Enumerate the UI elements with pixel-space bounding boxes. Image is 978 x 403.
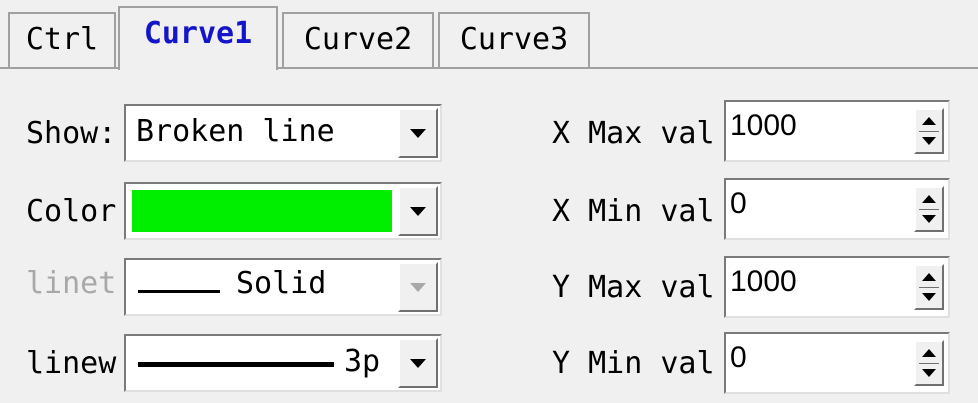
xmax-value[interactable]: 1000 <box>730 108 797 144</box>
chevron-down-icon[interactable] <box>398 108 438 158</box>
ymin-value[interactable]: 0 <box>730 340 747 376</box>
color-dropdown[interactable] <box>124 182 442 240</box>
show-dropdown[interactable]: Broken line <box>124 104 442 162</box>
thick-line-sample <box>138 362 334 367</box>
chevron-down-icon <box>398 262 438 312</box>
ymin-spinbox[interactable]: 0 <box>724 332 950 394</box>
tab-curve3[interactable]: Curve3 <box>438 12 590 67</box>
ymax-spinbox[interactable]: 1000 <box>724 256 950 318</box>
ymax-label: Y Max val <box>552 270 715 305</box>
tab-curve1[interactable]: Curve1 <box>118 6 278 70</box>
linewidth-value: 3p <box>344 344 381 379</box>
show-value: Broken line <box>136 114 335 149</box>
linetype-label: linet <box>26 266 117 301</box>
spin-up-down-icon[interactable] <box>914 186 944 232</box>
spin-up-down-icon[interactable] <box>914 108 944 154</box>
xmax-spinbox[interactable]: 1000 <box>724 100 950 162</box>
chevron-down-icon[interactable] <box>398 338 438 388</box>
xmin-label: X Min val <box>552 194 715 229</box>
color-swatch <box>132 190 392 232</box>
chevron-down-icon[interactable] <box>398 186 438 236</box>
tab-curve2[interactable]: Curve2 <box>282 12 434 67</box>
color-label: Color <box>26 194 117 229</box>
tab-ctrl[interactable]: Ctrl <box>8 12 116 67</box>
linewidth-label: linew <box>26 346 117 381</box>
tab-bar: Ctrl Curve1 Curve2 Curve3 <box>0 0 978 70</box>
spin-up-down-icon[interactable] <box>914 340 944 386</box>
linetype-dropdown: Solid <box>124 258 442 316</box>
linewidth-dropdown[interactable]: 3p <box>124 334 442 392</box>
xmin-value[interactable]: 0 <box>730 186 747 222</box>
ymax-value[interactable]: 1000 <box>730 264 797 300</box>
ymin-label: Y Min val <box>552 346 715 381</box>
xmax-label: X Max val <box>552 116 715 151</box>
xmin-spinbox[interactable]: 0 <box>724 178 950 240</box>
spin-up-down-icon[interactable] <box>914 264 944 310</box>
linetype-value: Solid <box>236 266 327 301</box>
show-label: Show: <box>26 116 117 151</box>
solid-line-sample <box>138 290 220 293</box>
